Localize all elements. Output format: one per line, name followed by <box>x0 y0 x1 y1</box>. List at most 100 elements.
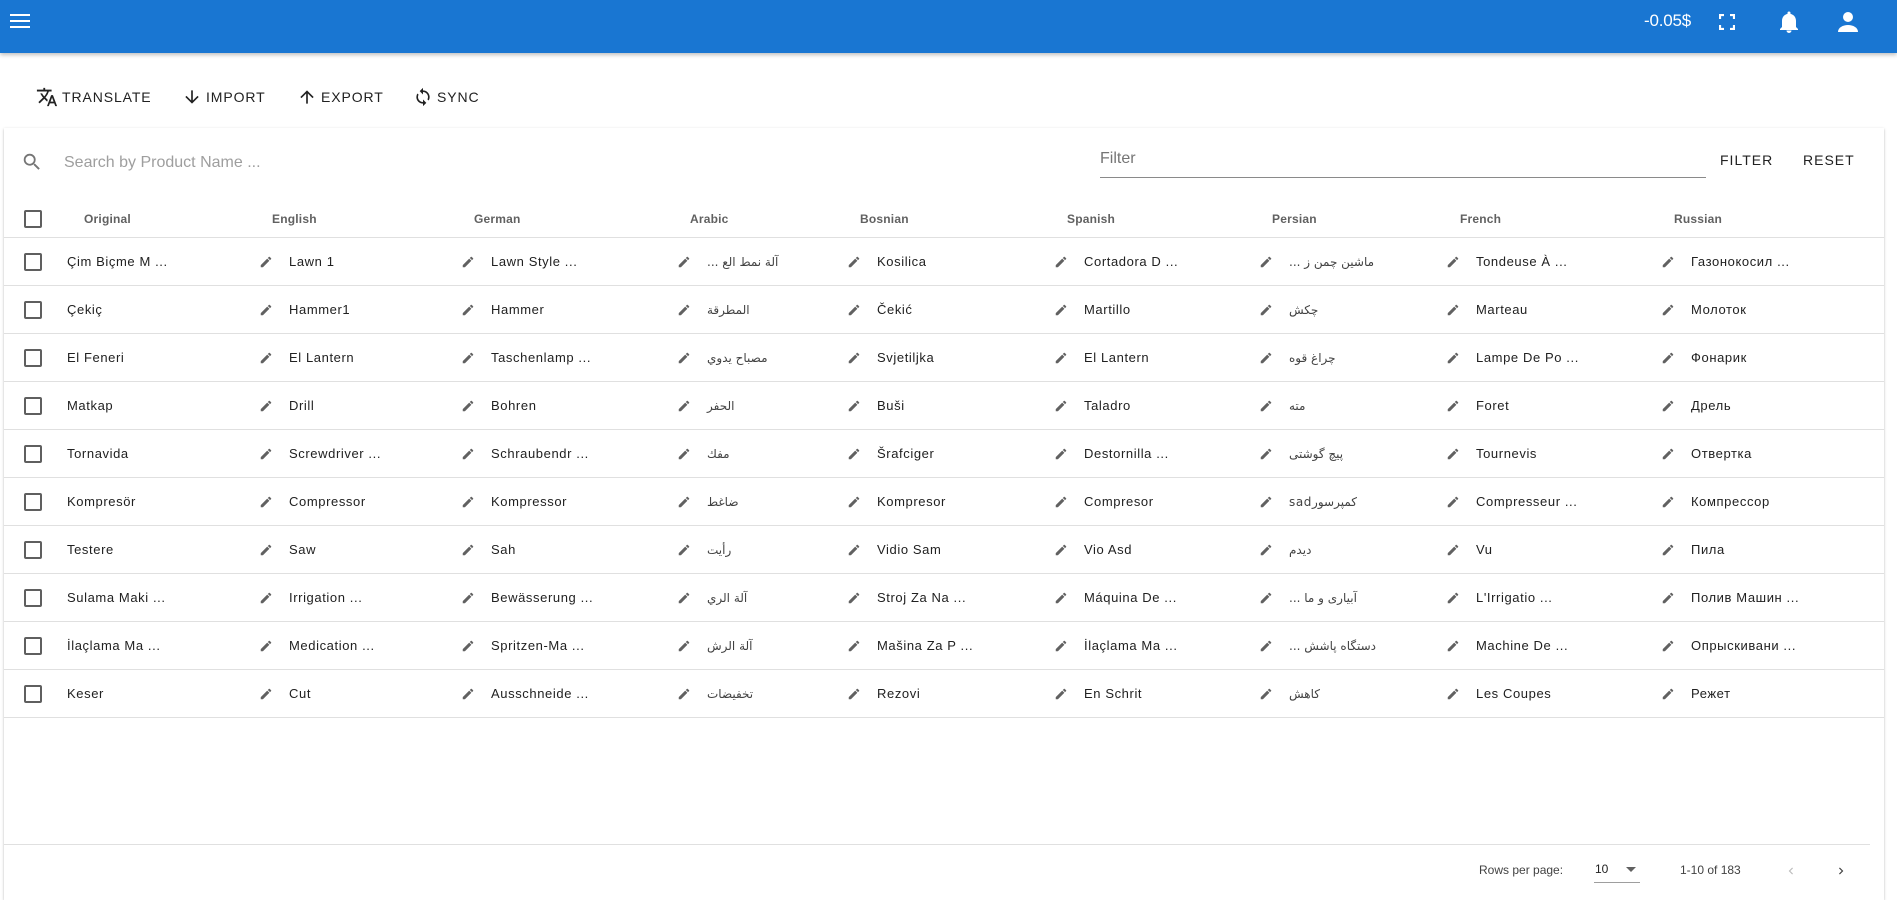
edit-german-pencil-icon[interactable] <box>461 639 475 653</box>
fullscreen-icon[interactable] <box>1713 8 1741 36</box>
edit-spanish-pencil-icon[interactable] <box>1054 543 1068 557</box>
edit-english-pencil-icon[interactable] <box>259 543 273 557</box>
edit-persian-pencil-icon[interactable] <box>1259 543 1273 557</box>
edit-spanish-pencil-icon[interactable] <box>1054 351 1068 365</box>
translate-button[interactable]: TRANSLATE <box>36 80 152 114</box>
column-header-arabic[interactable]: Arabic <box>690 200 729 237</box>
edit-spanish-pencil-icon[interactable] <box>1054 639 1068 653</box>
edit-german-pencil-icon[interactable] <box>461 495 475 509</box>
edit-french-pencil-icon[interactable] <box>1446 639 1460 653</box>
row-checkbox[interactable] <box>24 684 42 703</box>
edit-spanish-pencil-icon[interactable] <box>1054 687 1068 701</box>
edit-german-pencil-icon[interactable] <box>461 591 475 605</box>
edit-persian-pencil-icon[interactable] <box>1259 255 1273 269</box>
row-checkbox[interactable] <box>24 252 42 271</box>
row-checkbox[interactable] <box>24 636 42 655</box>
edit-spanish-pencil-icon[interactable] <box>1054 399 1068 413</box>
filter-button[interactable]: FILTER <box>1720 148 1773 172</box>
edit-german-pencil-icon[interactable] <box>461 303 475 317</box>
next-page-button[interactable] <box>1827 857 1855 885</box>
edit-french-pencil-icon[interactable] <box>1446 495 1460 509</box>
edit-russian-pencil-icon[interactable] <box>1661 255 1675 269</box>
edit-bosnian-pencil-icon[interactable] <box>847 303 861 317</box>
edit-russian-pencil-icon[interactable] <box>1661 303 1675 317</box>
edit-spanish-pencil-icon[interactable] <box>1054 591 1068 605</box>
edit-arabic-pencil-icon[interactable] <box>677 447 691 461</box>
edit-spanish-pencil-icon[interactable] <box>1054 255 1068 269</box>
edit-arabic-pencil-icon[interactable] <box>677 399 691 413</box>
edit-german-pencil-icon[interactable] <box>461 399 475 413</box>
column-header-persian[interactable]: Persian <box>1272 200 1317 237</box>
edit-spanish-pencil-icon[interactable] <box>1054 303 1068 317</box>
row-checkbox[interactable] <box>24 540 42 559</box>
edit-english-pencil-icon[interactable] <box>259 495 273 509</box>
edit-persian-pencil-icon[interactable] <box>1259 351 1273 365</box>
row-checkbox[interactable] <box>24 396 42 415</box>
edit-french-pencil-icon[interactable] <box>1446 543 1460 557</box>
edit-bosnian-pencil-icon[interactable] <box>847 495 861 509</box>
edit-french-pencil-icon[interactable] <box>1446 303 1460 317</box>
column-header-russian[interactable]: Russian <box>1674 200 1722 237</box>
edit-bosnian-pencil-icon[interactable] <box>847 687 861 701</box>
edit-english-pencil-icon[interactable] <box>259 303 273 317</box>
previous-page-button[interactable] <box>1777 857 1805 885</box>
import-button[interactable]: IMPORT <box>182 80 266 114</box>
edit-persian-pencil-icon[interactable] <box>1259 639 1273 653</box>
search-input[interactable] <box>64 146 624 180</box>
edit-bosnian-pencil-icon[interactable] <box>847 591 861 605</box>
edit-french-pencil-icon[interactable] <box>1446 687 1460 701</box>
edit-english-pencil-icon[interactable] <box>259 591 273 605</box>
edit-english-pencil-icon[interactable] <box>259 255 273 269</box>
column-header-bosnian[interactable]: Bosnian <box>860 200 909 237</box>
edit-french-pencil-icon[interactable] <box>1446 351 1460 365</box>
column-header-french[interactable]: French <box>1460 200 1501 237</box>
edit-russian-pencil-icon[interactable] <box>1661 495 1675 509</box>
edit-german-pencil-icon[interactable] <box>461 351 475 365</box>
column-header-english[interactable]: English <box>272 200 317 237</box>
row-checkbox[interactable] <box>24 588 42 607</box>
bell-icon[interactable] <box>1775 8 1803 36</box>
edit-persian-pencil-icon[interactable] <box>1259 447 1273 461</box>
edit-german-pencil-icon[interactable] <box>461 447 475 461</box>
edit-arabic-pencil-icon[interactable] <box>677 591 691 605</box>
sync-button[interactable]: SYNC <box>413 80 480 114</box>
edit-arabic-pencil-icon[interactable] <box>677 639 691 653</box>
edit-bosnian-pencil-icon[interactable] <box>847 255 861 269</box>
edit-german-pencil-icon[interactable] <box>461 255 475 269</box>
edit-bosnian-pencil-icon[interactable] <box>847 399 861 413</box>
row-checkbox[interactable] <box>24 300 42 319</box>
edit-persian-pencil-icon[interactable] <box>1259 303 1273 317</box>
column-header-original[interactable]: Original <box>84 200 131 237</box>
edit-english-pencil-icon[interactable] <box>259 351 273 365</box>
edit-bosnian-pencil-icon[interactable] <box>847 447 861 461</box>
row-checkbox[interactable] <box>24 348 42 367</box>
edit-russian-pencil-icon[interactable] <box>1661 543 1675 557</box>
edit-russian-pencil-icon[interactable] <box>1661 447 1675 461</box>
edit-german-pencil-icon[interactable] <box>461 543 475 557</box>
edit-russian-pencil-icon[interactable] <box>1661 591 1675 605</box>
edit-bosnian-pencil-icon[interactable] <box>847 543 861 557</box>
edit-persian-pencil-icon[interactable] <box>1259 399 1273 413</box>
account-icon[interactable] <box>1834 8 1862 36</box>
row-checkbox[interactable] <box>24 444 42 463</box>
row-checkbox[interactable] <box>24 492 42 511</box>
edit-french-pencil-icon[interactable] <box>1446 255 1460 269</box>
filter-input[interactable] <box>1100 144 1706 174</box>
edit-persian-pencil-icon[interactable] <box>1259 591 1273 605</box>
edit-russian-pencil-icon[interactable] <box>1661 687 1675 701</box>
edit-english-pencil-icon[interactable] <box>259 639 273 653</box>
edit-french-pencil-icon[interactable] <box>1446 399 1460 413</box>
export-button[interactable]: EXPORT <box>297 80 384 114</box>
edit-arabic-pencil-icon[interactable] <box>677 687 691 701</box>
column-header-german[interactable]: German <box>474 200 521 237</box>
edit-spanish-pencil-icon[interactable] <box>1054 495 1068 509</box>
rows-per-page-select[interactable]: 10 <box>1594 857 1640 883</box>
edit-bosnian-pencil-icon[interactable] <box>847 351 861 365</box>
edit-persian-pencil-icon[interactable] <box>1259 495 1273 509</box>
edit-english-pencil-icon[interactable] <box>259 399 273 413</box>
menu-icon[interactable] <box>8 9 32 33</box>
edit-french-pencil-icon[interactable] <box>1446 591 1460 605</box>
edit-russian-pencil-icon[interactable] <box>1661 399 1675 413</box>
column-header-spanish[interactable]: Spanish <box>1067 200 1115 237</box>
edit-arabic-pencil-icon[interactable] <box>677 303 691 317</box>
